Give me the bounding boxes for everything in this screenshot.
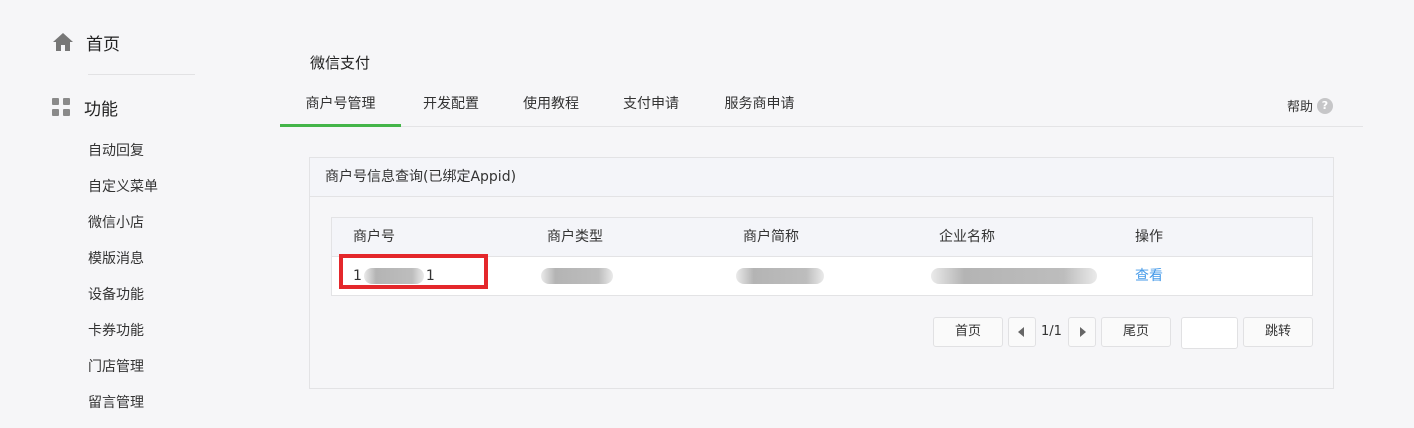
tab-bar: 商户号管理 开发配置 使用教程 支付申请 服务商申请 帮助 ?	[280, 86, 1363, 127]
table-header: 商户号 商户类型 商户简称 企业名称 操作	[332, 218, 1312, 257]
next-page-button[interactable]	[1068, 317, 1096, 347]
first-page-button[interactable]: 首页	[933, 317, 1003, 347]
chevron-left-icon	[1018, 327, 1024, 337]
table-row: 11 查看	[332, 254, 1312, 295]
sidebar-functions-label: 功能	[84, 99, 118, 120]
sidebar-item-store-management[interactable]: 门店管理	[88, 356, 158, 392]
sidebar-menu: 自动回复 自定义菜单 微信小店 模版消息 设备功能 卡券功能 门店管理 留言管理	[88, 140, 158, 428]
help-icon: ?	[1317, 97, 1333, 114]
page-jump-input[interactable]	[1181, 317, 1238, 349]
last-page-button[interactable]: 尾页	[1101, 317, 1171, 347]
page-indicator: 1/1	[1041, 324, 1062, 339]
column-merchant-short-name: 商户简称	[743, 229, 799, 245]
sidebar-item-template-message[interactable]: 模版消息	[88, 248, 158, 284]
sidebar-item-wechat-store[interactable]: 微信小店	[88, 212, 158, 248]
view-link[interactable]: 查看	[1135, 257, 1163, 295]
pagination: 首页 1/1 尾页 跳转	[310, 317, 1333, 349]
merchant-type-cell	[541, 257, 613, 295]
sidebar-item-coupons[interactable]: 卡券功能	[88, 320, 158, 356]
sidebar-home-label: 首页	[86, 34, 120, 55]
company-name-cell	[931, 257, 1097, 295]
tab-payment-apply[interactable]: 支付申请	[601, 86, 701, 126]
merchant-id-start: 1	[353, 268, 362, 284]
sidebar-item-comments[interactable]: 留言管理	[88, 392, 158, 428]
merchant-short-name-cell	[736, 257, 824, 295]
sidebar-divider	[88, 74, 195, 75]
sidebar-functions-header: 功能	[52, 94, 118, 120]
help-label: 帮助	[1286, 100, 1313, 115]
column-merchant-type: 商户类型	[547, 229, 603, 245]
merchant-id-cell: 11	[353, 257, 435, 295]
merchant-id-end: 1	[425, 268, 435, 284]
tab-service-provider-apply[interactable]: 服务商申请	[701, 86, 818, 126]
help-link[interactable]: 帮助 ?	[1287, 96, 1333, 115]
sidebar-item-auto-reply[interactable]: 自动回复	[88, 140, 158, 176]
sidebar-item-device[interactable]: 设备功能	[88, 284, 158, 320]
redacted-company-name	[931, 268, 1097, 284]
column-company-name: 企业名称	[939, 229, 995, 245]
redacted-merchant-type	[541, 268, 613, 284]
chevron-right-icon	[1080, 327, 1086, 337]
panel-title: 商户号信息查询(已绑定Appid)	[310, 158, 1333, 197]
redacted-short-name	[736, 268, 824, 284]
home-icon	[53, 33, 73, 51]
column-merchant-id: 商户号	[353, 229, 395, 245]
sidebar: 首页 功能 自动回复 自定义菜单 微信小店 模版消息 设备功能 卡券功能 门店管…	[0, 0, 250, 411]
tab-merchant-management[interactable]: 商户号管理	[280, 86, 401, 127]
page-title: 微信支付	[310, 54, 371, 72]
prev-page-button[interactable]	[1008, 317, 1036, 347]
grid-icon	[52, 98, 70, 116]
redacted-merchant-id	[363, 268, 424, 284]
tab-tutorial[interactable]: 使用教程	[501, 86, 601, 126]
sidebar-home[interactable]: 首页	[52, 29, 120, 55]
sidebar-item-custom-menu[interactable]: 自定义菜单	[88, 176, 158, 212]
column-actions: 操作	[1135, 229, 1163, 245]
jump-button[interactable]: 跳转	[1243, 317, 1313, 347]
merchant-table: 商户号 商户类型 商户简称 企业名称 操作 11 查看	[331, 217, 1313, 296]
tab-dev-config[interactable]: 开发配置	[401, 86, 501, 126]
merchant-info-panel: 商户号信息查询(已绑定Appid) 商户号 商户类型 商户简称 企业名称 操作 …	[309, 157, 1334, 389]
